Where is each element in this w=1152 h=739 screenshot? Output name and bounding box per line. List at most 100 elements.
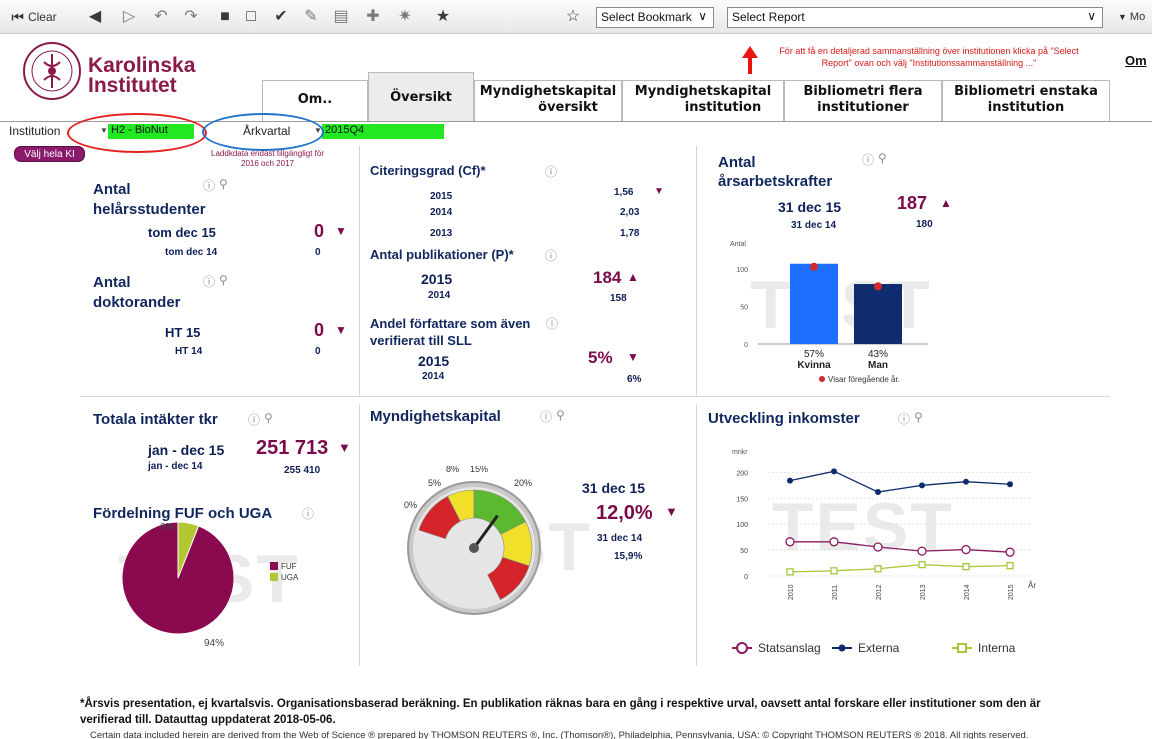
tick-label: 200: [736, 470, 748, 477]
period-selection[interactable]: 2015Q4: [322, 124, 444, 139]
capital-gauge-chart: 0% 5% 8% 15% 20%: [404, 466, 541, 615]
citation-value: 1,56: [614, 187, 634, 198]
legend-label: Externa: [858, 641, 900, 655]
info-icon[interactable]: ⓘ: [862, 151, 874, 168]
search-icon[interactable]: ⚲: [219, 177, 228, 191]
copyright-text: Certain data included herein are derived…: [90, 730, 1029, 739]
fuf-uga-pie-chart: 6% 94% FUF UGA: [121, 521, 299, 649]
legend-label: UGA: [281, 573, 299, 582]
search-icon[interactable]: ⚲: [264, 411, 273, 425]
tick-label: 20%: [514, 478, 532, 488]
edit-icon[interactable]: ✎: [300, 7, 322, 27]
series-line: [789, 563, 1011, 573]
undo-icon[interactable]: ↶: [150, 7, 172, 27]
chevron-down-icon: ∨: [1087, 9, 1096, 23]
data-point: [917, 546, 927, 556]
legend-swatch: [270, 573, 278, 581]
redo-icon[interactable]: ↷: [180, 7, 202, 27]
red-arrow-up-icon: [740, 46, 760, 74]
search-icon[interactable]: ⚲: [556, 408, 565, 422]
back-icon[interactable]: ◀: [84, 7, 106, 27]
info-icon[interactable]: ⓘ: [898, 410, 910, 427]
legend-marker: [957, 643, 967, 653]
axis-label: mnkr: [732, 449, 748, 456]
bookmark-select[interactable]: Select Bookmark ∨: [596, 7, 714, 28]
info-icon[interactable]: ⓘ: [203, 177, 215, 194]
tick-label: 8%: [446, 466, 459, 474]
trend-up-icon: ▲: [940, 196, 952, 210]
magic-wand-icon[interactable]: ✷: [394, 7, 416, 27]
data-point: [1005, 547, 1015, 557]
revenue-current-label: jan - dec 15: [148, 442, 225, 458]
tab-myndighetskapital-oversikt[interactable]: Myndighetskapital översikt: [474, 80, 622, 121]
axis-label: Antal: [730, 241, 746, 248]
doctoral-title: Antal doktorander: [93, 274, 181, 311]
citation-year: 2013: [430, 228, 453, 239]
add-bookmark-icon[interactable]: ★: [432, 7, 454, 27]
tick-label: 50: [740, 548, 748, 555]
revenue-previous-label: jan - dec 14: [148, 461, 203, 472]
students-previous-label: tom dec 14: [165, 247, 218, 258]
unlock-icon[interactable]: □: [240, 7, 262, 27]
tab-bibliometri-flera[interactable]: Bibliometri flera institutioner: [784, 80, 942, 121]
tick-label: 2015: [1008, 584, 1015, 600]
search-icon[interactable]: ⚲: [878, 151, 887, 165]
tick-label: 150: [736, 496, 748, 503]
data-point: [1006, 561, 1014, 570]
legend-swatch: [270, 562, 278, 570]
citation-title: Citeringsgrad (Cf)*: [370, 163, 486, 178]
data-point: [919, 482, 925, 489]
info-icon[interactable]: ⓘ: [546, 315, 558, 332]
trend-up-icon: ▲: [627, 270, 639, 284]
info-icon[interactable]: ⓘ: [545, 247, 557, 264]
legend-marker: [819, 376, 825, 382]
publications-title: Antal publikationer (P)*: [370, 247, 514, 262]
check-icon[interactable]: ✔: [270, 7, 292, 27]
citation-year: 2014: [430, 207, 453, 218]
tab-bibliometri-enstaka[interactable]: Bibliometri enstaka institution: [942, 80, 1110, 121]
tab-myndighetskapital-institution[interactable]: Myndighetskapital institution: [622, 80, 784, 121]
staff-current-value: 187: [897, 193, 928, 213]
chart-icon[interactable]: ▤: [330, 7, 352, 27]
authors-current-value: 5%: [588, 348, 613, 367]
info-icon[interactable]: ⓘ: [545, 163, 557, 180]
info-icon[interactable]: ⓘ: [203, 273, 215, 290]
info-icon[interactable]: ⓘ: [248, 411, 260, 428]
legend-label: FUF: [281, 562, 297, 571]
tab-oversikt[interactable]: Översikt: [368, 72, 474, 121]
staff-previous-value: 180: [916, 219, 933, 230]
add-icon[interactable]: ✚: [362, 7, 384, 27]
dashboard-page: ⏮ Clear ◀ ▷ ↶ ↷ ■ □ ✔ ✎ ▤ ✚ ✷ ★ ☆ Select…: [0, 0, 1152, 739]
om-link[interactable]: Om: [1125, 53, 1147, 68]
data-point: [962, 563, 970, 571]
select-all-ki-button[interactable]: Välj hela KI: [14, 146, 85, 162]
tick-label: 0: [744, 574, 748, 581]
students-current-label: tom dec 15: [148, 225, 216, 240]
forward-icon[interactable]: ▷: [118, 7, 140, 27]
blue-highlight-ellipse: [202, 113, 324, 151]
more-menu[interactable]: ▼ Mo: [1118, 6, 1152, 28]
toolbar: ⏮ Clear ◀ ▷ ↶ ↷ ■ □ ✔ ✎ ▤ ✚ ✷ ★ ☆ Select…: [0, 0, 1152, 34]
lock-icon[interactable]: ■: [214, 7, 236, 27]
publications-previous-value: 158: [610, 293, 627, 304]
search-icon[interactable]: ⚲: [219, 273, 228, 287]
report-select[interactable]: Select Report ∨: [727, 7, 1103, 28]
institution-label: Institution: [9, 124, 61, 138]
clear-button[interactable]: ⏮ Clear: [6, 6, 62, 28]
doctoral-current-label: HT 15: [165, 325, 201, 340]
authors-current-label: 2015: [418, 353, 450, 369]
revenue-title: Totala intäkter tkr: [93, 411, 218, 428]
grid-divider: [696, 404, 697, 666]
caret-down-icon: ▼: [1118, 12, 1127, 22]
remove-bookmark-icon[interactable]: ☆: [562, 7, 584, 27]
search-icon[interactable]: ⚲: [914, 410, 923, 424]
citation-year: 2015: [430, 191, 453, 202]
staff-gender-bar-chart: Antal 0 50 100 57%Kvinna 43%Man Visar föregåen…: [730, 241, 928, 384]
bar: [790, 263, 838, 344]
legend-marker: [838, 644, 846, 652]
tick-label: 100: [736, 522, 748, 529]
info-icon[interactable]: ⓘ: [540, 408, 552, 425]
capital-current-value: 12,0%: [596, 502, 653, 524]
tick-label: 2014: [964, 584, 971, 600]
capital-current-label: 31 dec 15: [582, 480, 646, 496]
